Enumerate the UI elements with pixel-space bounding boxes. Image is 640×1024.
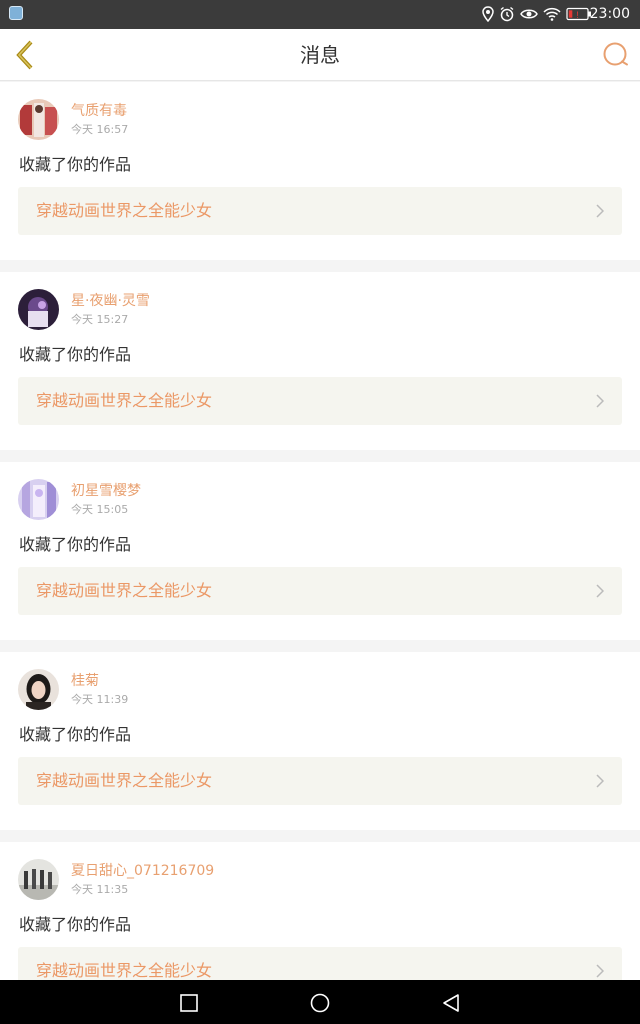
eye-icon [520, 7, 538, 21]
work-title: 穿越动画世界之全能少女 [36, 201, 213, 220]
chevron-right-icon [596, 964, 604, 978]
work-link[interactable]: 穿越动画世界之全能少女 [18, 377, 622, 425]
message-time: 今天 11:35 [71, 883, 129, 896]
chevron-right-icon [596, 774, 604, 788]
message-item: 初星雪樱梦 今天 15:05 收藏了你的作品 穿越动画世界之全能少女 [0, 462, 640, 640]
divider [0, 450, 640, 462]
work-title: 穿越动画世界之全能少女 [36, 581, 213, 600]
alarm-icon [499, 6, 515, 22]
work-link[interactable]: 穿越动画世界之全能少女 [18, 567, 622, 615]
message-text: 收藏了你的作品 [19, 535, 132, 554]
chevron-right-icon [596, 584, 604, 598]
message-text: 收藏了你的作品 [19, 155, 132, 174]
wifi-icon [543, 7, 561, 21]
message-time: 今天 16:57 [71, 123, 129, 136]
search-icon [603, 42, 628, 66]
navigation-bar: 消息 [0, 29, 640, 81]
username[interactable]: 桂菊 [71, 672, 99, 690]
message-time: 今天 11:39 [71, 693, 129, 706]
recents-button[interactable] [178, 992, 200, 1014]
status-icons: ! [482, 6, 592, 22]
message-item: 星·夜幽·灵雪 今天 15:27 收藏了你的作品 穿越动画世界之全能少女 [0, 272, 640, 450]
username[interactable]: 气质有毒 [71, 102, 127, 120]
work-link[interactable]: 穿越动画世界之全能少女 [18, 187, 622, 235]
message-text: 收藏了你的作品 [19, 345, 132, 364]
work-title: 穿越动画世界之全能少女 [36, 391, 213, 410]
location-icon [482, 6, 494, 22]
divider [0, 640, 640, 652]
message-time: 今天 15:05 [71, 503, 129, 516]
app-icon [9, 6, 23, 20]
square-icon [180, 994, 198, 1012]
avatar[interactable] [18, 289, 59, 330]
message-text: 收藏了你的作品 [19, 725, 132, 744]
avatar[interactable] [18, 99, 59, 140]
status-bar: ! 23:00 [0, 0, 640, 29]
username[interactable]: 夏日甜心_071216709 [71, 862, 214, 880]
search-button[interactable] [601, 40, 631, 70]
message-list: 气质有毒 今天 16:57 收藏了你的作品 穿越动画世界之全能少女 星·夜幽·灵… [0, 82, 640, 1024]
avatar[interactable] [18, 479, 59, 520]
circle-icon [310, 993, 330, 1013]
home-button[interactable] [309, 992, 331, 1014]
message-item: 气质有毒 今天 16:57 收藏了你的作品 穿越动画世界之全能少女 [0, 82, 640, 260]
avatar[interactable] [18, 859, 59, 900]
system-navigation-bar [0, 980, 640, 1024]
svg-text:!: ! [576, 10, 579, 20]
triangle-back-icon [443, 994, 459, 1012]
divider [0, 830, 640, 842]
chevron-right-icon [596, 204, 604, 218]
message-text: 收藏了你的作品 [19, 915, 132, 934]
username[interactable]: 初星雪樱梦 [71, 482, 141, 500]
page-title: 消息 [300, 43, 340, 67]
chevron-right-icon [596, 394, 604, 408]
divider [0, 260, 640, 272]
message-time: 今天 15:27 [71, 313, 129, 326]
status-time: 23:00 [589, 6, 630, 22]
work-title: 穿越动画世界之全能少女 [36, 771, 213, 790]
battery-low-icon: ! [566, 7, 592, 21]
message-item: 桂菊 今天 11:39 收藏了你的作品 穿越动画世界之全能少女 [0, 652, 640, 830]
work-link[interactable]: 穿越动画世界之全能少女 [18, 757, 622, 805]
system-back-button[interactable] [440, 992, 462, 1014]
username[interactable]: 星·夜幽·灵雪 [71, 292, 150, 310]
avatar[interactable] [18, 669, 59, 710]
